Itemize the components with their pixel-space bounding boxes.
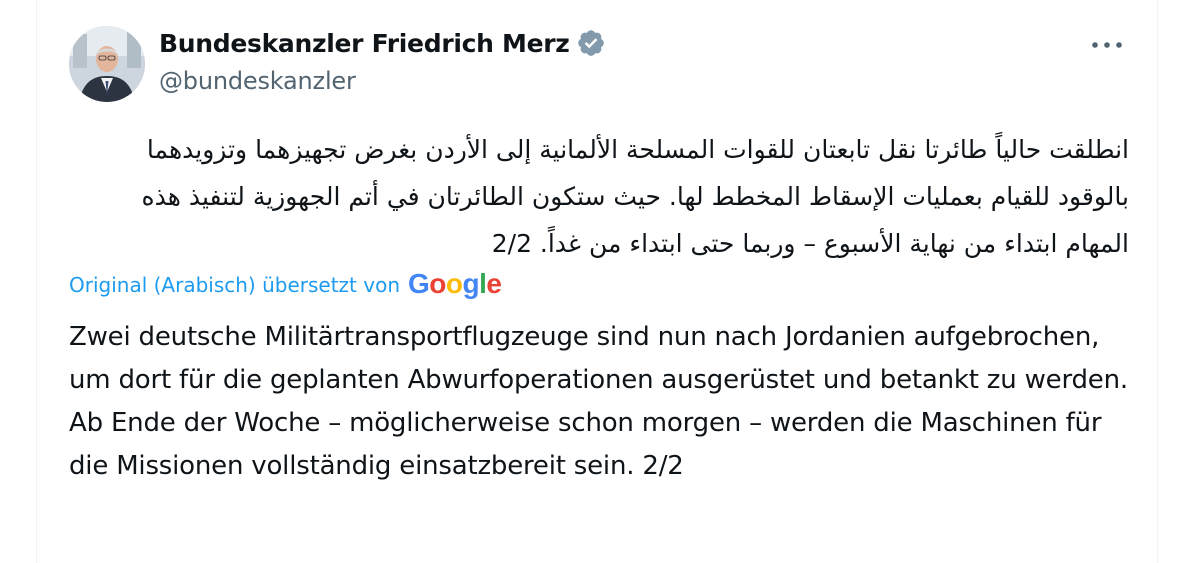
original-text: انطلقت حالياً طائرتا نقل تابعتان للقوات … — [141, 135, 1130, 258]
author-row: Bundeskanzler Friedrich Merz — [159, 28, 606, 58]
profile-photo — [69, 26, 145, 102]
handle[interactable]: @bundeskanzler — [159, 67, 356, 95]
more-horizontal-icon — [1092, 42, 1122, 48]
tweet-card: Bundeskanzler Friedrich Merz @bundeskanz… — [36, 0, 1158, 563]
display-name[interactable]: Bundeskanzler Friedrich Merz — [159, 29, 570, 58]
verified-badge-icon — [577, 30, 604, 56]
avatar[interactable] — [69, 26, 145, 102]
more-options-button[interactable] — [1087, 30, 1127, 60]
google-logo: Google — [408, 268, 502, 299]
translated-text: Zwei deutsche Militärtransportflugzeuge … — [69, 322, 1128, 481]
translation-attribution: Original (Arabisch) übersetzt von Google — [69, 268, 502, 301]
translation-note[interactable]: Original (Arabisch) übersetzt von — [69, 273, 400, 297]
